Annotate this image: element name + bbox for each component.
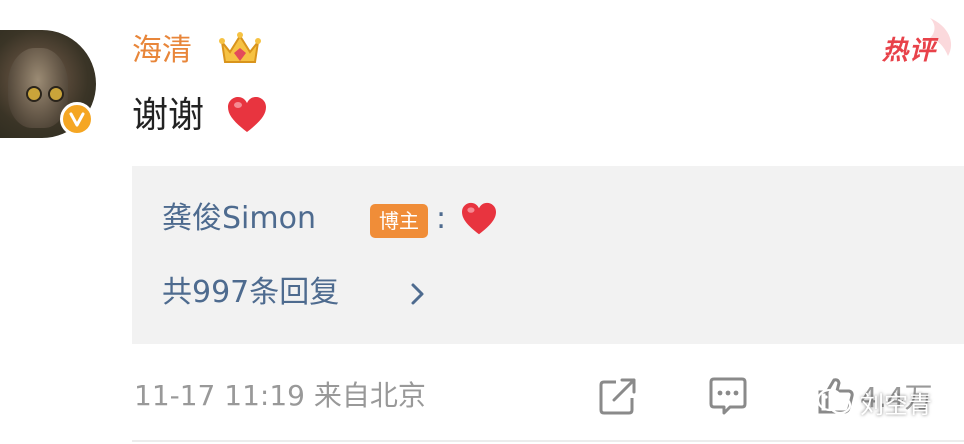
watermark-text: 刘空青 — [860, 390, 932, 419]
watermark: 刘空青 — [816, 380, 964, 424]
reply-author[interactable]: 龚俊Simon — [162, 196, 316, 242]
comment-icon[interactable] — [706, 374, 750, 418]
timestamp: 11-17 11:19 — [134, 379, 305, 412]
comment-text: 谢谢 — [132, 95, 205, 136]
blogger-badge: 博主 — [370, 204, 428, 238]
heart-icon — [228, 97, 266, 132]
username[interactable]: 海清 — [132, 28, 192, 74]
chevron-right-icon[interactable] — [406, 278, 430, 310]
owl-image — [8, 48, 68, 128]
reply-colon: : — [436, 201, 447, 236]
hot-comment-badge: 热评 — [878, 16, 958, 72]
reply-count-link[interactable]: 共997条回复 — [162, 270, 339, 316]
verified-icon — [60, 102, 94, 136]
divider — [132, 440, 964, 442]
heart-icon — [462, 202, 496, 235]
share-icon[interactable] — [596, 374, 640, 418]
reply-box[interactable]: 龚俊Simon 博主 : 共997条回复 — [132, 166, 964, 344]
comment-meta: 11-17 11:19 来自北京 — [134, 374, 426, 418]
hot-label: 热评 — [882, 36, 937, 66]
crown-icon — [219, 32, 261, 63]
source-location: 来自北京 — [313, 379, 426, 412]
wechat-icon — [816, 388, 852, 415]
